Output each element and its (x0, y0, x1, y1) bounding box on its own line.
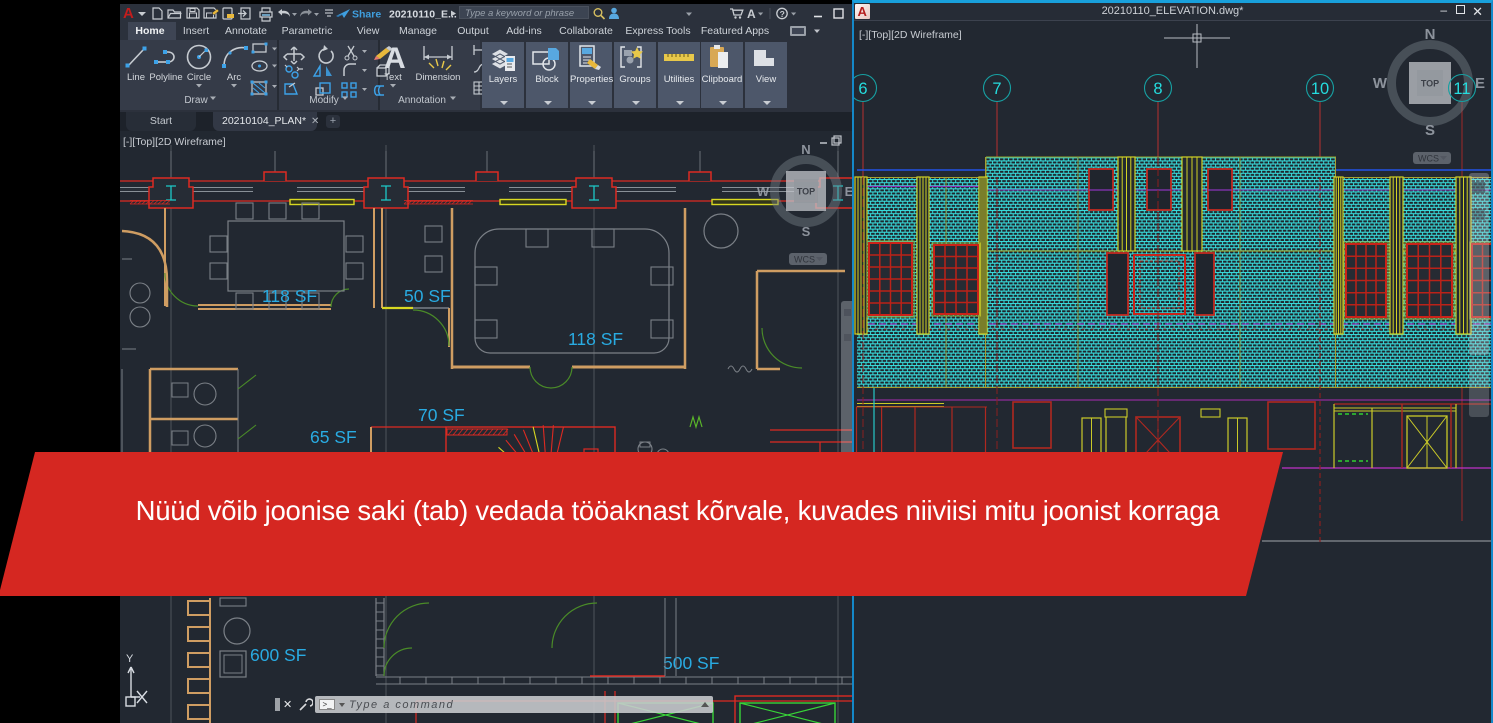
svg-text:E: E (1475, 75, 1485, 92)
svg-text:WCS: WCS (794, 255, 815, 265)
svg-text:Arc: Arc (227, 72, 242, 83)
svg-text:65 SF: 65 SF (310, 427, 357, 447)
svg-text:6: 6 (858, 80, 867, 98)
svg-text:[-][Top][2D Wireframe]: [-][Top][2D Wireframe] (123, 136, 226, 148)
svg-text:TOP: TOP (797, 187, 815, 197)
svg-text:Annotation: Annotation (398, 95, 446, 106)
svg-text:118 SF: 118 SF (262, 286, 317, 306)
svg-text:W: W (757, 184, 770, 199)
svg-text:N: N (1425, 26, 1436, 43)
svg-text:W: W (1373, 75, 1388, 92)
svg-text:Dimension: Dimension (416, 72, 461, 83)
svg-text:Text: Text (384, 72, 402, 83)
svg-text:A: A (384, 42, 406, 75)
svg-text:[-][Top][2D Wireframe]: [-][Top][2D Wireframe] (859, 29, 962, 41)
svg-text:N: N (801, 142, 810, 157)
svg-text:S: S (1425, 122, 1435, 139)
svg-text:Line: Line (127, 72, 145, 83)
svg-text:Y: Y (126, 653, 134, 665)
svg-text:11: 11 (1453, 80, 1470, 98)
svg-text:70 SF: 70 SF (418, 405, 465, 425)
svg-text:600 SF: 600 SF (250, 645, 306, 665)
svg-text:118 SF: 118 SF (568, 329, 623, 349)
svg-text:500 SF: 500 SF (663, 653, 719, 673)
svg-text:?: ? (780, 9, 785, 19)
svg-text:S: S (802, 224, 811, 239)
svg-text:Polyline: Polyline (149, 72, 182, 83)
svg-text:WCS: WCS (1418, 154, 1439, 164)
svg-text:10: 10 (1311, 80, 1329, 98)
svg-text:TOP: TOP (1421, 79, 1439, 89)
svg-text:Circle: Circle (187, 72, 211, 83)
svg-text:A: A (747, 7, 756, 21)
svg-text:8: 8 (1153, 80, 1162, 98)
svg-text:7: 7 (992, 80, 1001, 98)
svg-text:Modify: Modify (309, 95, 338, 106)
svg-text:Draw: Draw (184, 95, 208, 106)
svg-text:50 SF: 50 SF (404, 286, 451, 306)
